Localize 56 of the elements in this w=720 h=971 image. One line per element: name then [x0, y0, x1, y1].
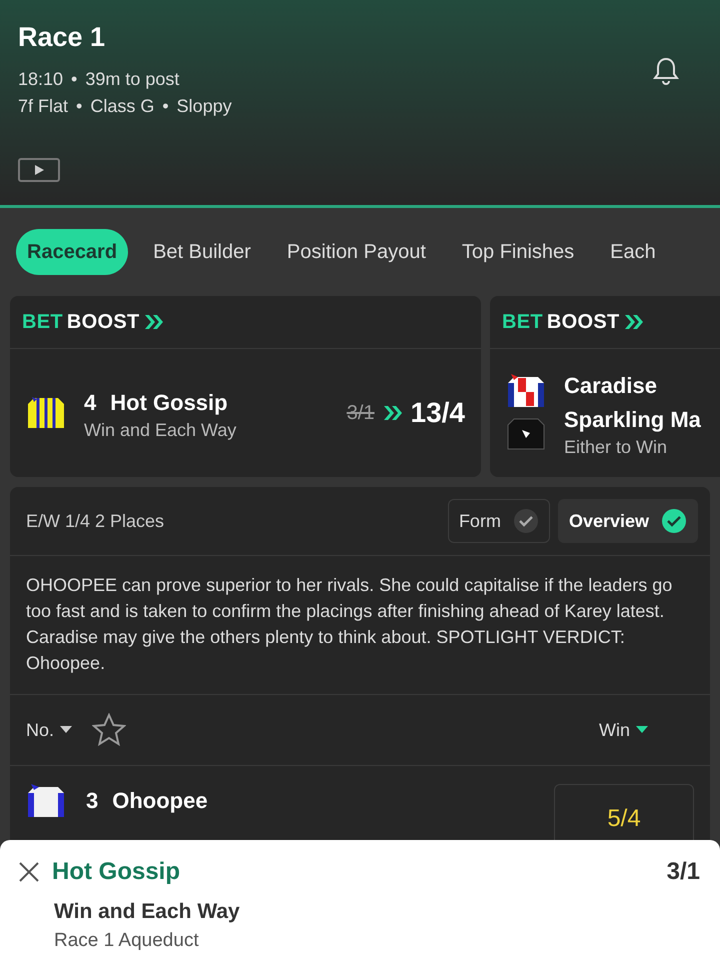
star-icon[interactable] — [92, 713, 126, 747]
check-icon — [512, 508, 539, 534]
chevrons-icon — [382, 405, 402, 421]
tab[interactable]: Each — [599, 229, 667, 275]
tab[interactable]: Racecard — [16, 229, 128, 275]
selection-name: Hot Gossip — [52, 858, 182, 886]
check-icon — [661, 508, 687, 534]
bet-boost-card[interactable]: BET BOOST 4 Hot Gossip Win and Each Way 3/1 13/4 — [10, 296, 481, 477]
bet-boost-logo-text: BET — [502, 310, 543, 334]
jockey-silk-icon — [26, 784, 66, 820]
race-detail: Sloppy — [176, 95, 232, 118]
market-text: Win and Each Way — [54, 900, 241, 924]
chevrons-icon — [624, 314, 644, 330]
separator-dot: • — [76, 95, 82, 118]
bet-boost-logo-text: BOOST — [546, 310, 620, 334]
runner-name: Ohoopee — [112, 788, 208, 813]
caret-icon — [60, 726, 72, 734]
caret-icon — [636, 726, 648, 734]
jockey-silk-icon — [506, 374, 546, 410]
price-sort-dropdown[interactable]: Win — [599, 720, 648, 740]
separator-dot: • — [71, 68, 78, 91]
sort-dropdown[interactable]: No. — [26, 720, 72, 740]
bet-boost-logo-text: BOOST — [66, 310, 140, 334]
view-toggle[interactable]: Overview — [558, 499, 698, 543]
race-detail: Class G — [90, 95, 154, 118]
race-detail: 7f Flat — [18, 95, 68, 118]
view-toggle[interactable]: Form — [448, 499, 550, 543]
race-title: Race 1 — [18, 22, 106, 54]
boosted-price: 13/4 — [410, 397, 465, 429]
play-button[interactable] — [18, 158, 60, 182]
old-price: 3/1 — [346, 402, 374, 424]
tab[interactable]: Bet Builder — [142, 229, 262, 275]
play-icon — [33, 164, 45, 176]
runner-name: Caradise — [564, 372, 658, 400]
bet-boost-logo-text: BET — [22, 310, 63, 334]
countdown-text: 39m to post — [85, 68, 180, 91]
separator-dot: • — [162, 95, 169, 118]
each-way-terms: E/W 1/4 2 Places — [26, 510, 166, 532]
runner-number: 4 — [84, 390, 96, 414]
runner-number: 3 — [86, 788, 98, 813]
jockey-silk-icon — [506, 416, 546, 452]
selection-price: 3/1 — [666, 858, 700, 886]
market-text: Either to Win — [564, 436, 668, 458]
chevrons-icon — [144, 314, 164, 330]
runner-name: Hot Gossip — [110, 390, 228, 414]
tab[interactable]: Position Payout — [276, 229, 437, 275]
bell-icon[interactable] — [652, 56, 680, 86]
event-text: Race 1 Aqueduct — [54, 930, 200, 952]
spotlight-verdict: OHOOPEE can prove superior to her rivals. She could capitalise if the leaders go too fast and is taken to confirm the placings after finishing ahead of Karey latest. Caradise may give the others plenty to think about. SPOTLIGHT VERDICT: Ohoopee. — [10, 556, 710, 695]
race-time: 18:10 — [18, 68, 64, 91]
bet-boost-card[interactable]: BET BOOST Caradise Sparkling Ma Either to Win — [490, 296, 720, 477]
tab[interactable]: Top Finishes — [450, 229, 586, 275]
runner-name: Sparkling Ma — [564, 406, 702, 434]
jockey-silk-icon — [26, 395, 66, 431]
close-icon[interactable] — [18, 861, 40, 883]
market-text: Win and Each Way — [84, 420, 238, 440]
